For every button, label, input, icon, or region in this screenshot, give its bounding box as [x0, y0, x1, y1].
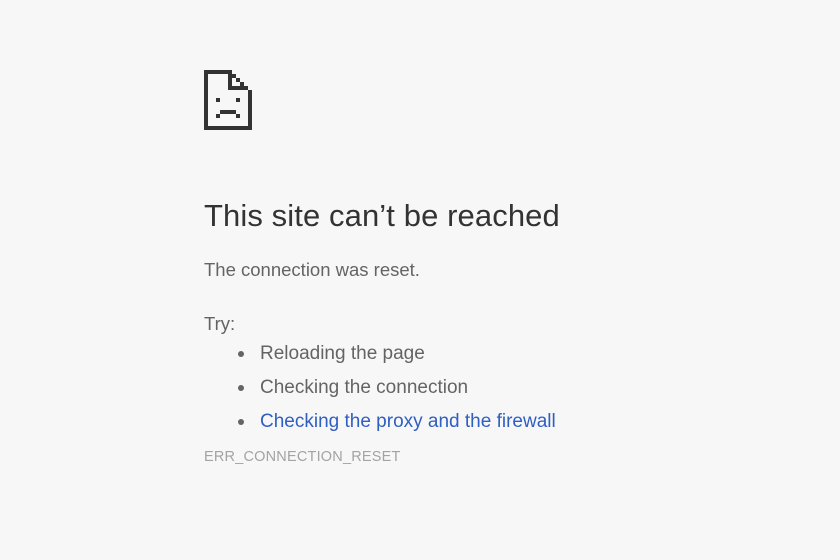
- page-title: This site can’t be reached: [204, 198, 560, 233]
- bullet-icon: [238, 385, 244, 391]
- suggestions-list: Reloading the page Checking the connecti…: [204, 342, 764, 434]
- bullet-icon: [238, 419, 244, 425]
- error-summary: The connection was reset.: [204, 259, 420, 280]
- error-code: ERR_CONNECTION_RESET: [204, 449, 401, 465]
- suggestion-text: Reloading the page: [260, 343, 425, 364]
- suggestion-check-connection: Checking the connection: [238, 376, 764, 400]
- try-label: Try:: [204, 313, 236, 334]
- sad-page-icon: [204, 70, 252, 130]
- suggestion-text: Checking the connection: [260, 377, 469, 398]
- error-page: This site can’t be reached The connectio…: [204, 70, 764, 467]
- suggestion-check-proxy: Checking the proxy and the firewall: [238, 410, 764, 434]
- bullet-icon: [238, 351, 244, 357]
- suggestion-reload: Reloading the page: [238, 342, 764, 366]
- check-proxy-firewall-link[interactable]: Checking the proxy and the firewall: [260, 411, 556, 432]
